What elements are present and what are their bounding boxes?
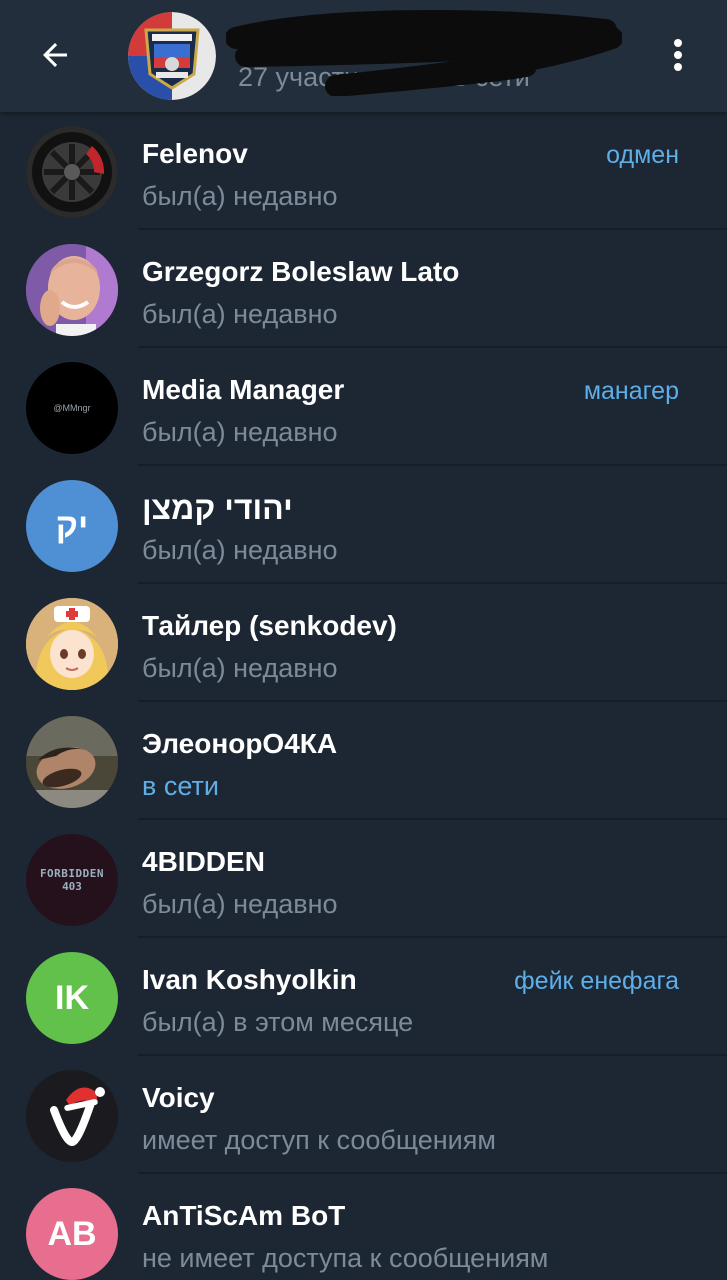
avatar [26,126,118,218]
avatar [26,244,118,336]
avatar [26,716,118,808]
member-name: Felenov [142,138,248,169]
member-name: יהודי קמצן [142,490,293,526]
member-row[interactable]: ЭлеонорО4КА в сети [0,702,727,820]
avatar: FORBIDDEN 403 [26,834,118,926]
avatar-initials: IK [26,952,118,1044]
member-name: Media Manager [142,374,345,405]
member-status: был(а) в этом месяце [142,1007,414,1037]
back-button[interactable] [22,22,88,88]
avatar [26,1070,118,1162]
avatar-logo-text: FORBIDDEN [39,867,105,880]
member-name: Voicy [142,1082,215,1113]
member-status: в сети [142,771,219,801]
group-title [238,20,638,56]
member-status: был(а) недавно [142,181,338,211]
member-status: был(а) недавно [142,299,338,329]
member-row[interactable]: @MMngr Media Manager был(а) недавно мана… [0,348,727,466]
member-row[interactable]: Voicy имеет доступ к сообщениям [0,1056,727,1174]
member-status: был(а) недавно [142,889,338,919]
avatar-initials-text: יק [55,506,89,545]
member-status: был(а) недавно [142,417,338,447]
member-row[interactable]: IK Ivan Koshyolkin был(а) в этом месяце … [0,938,727,1056]
member-role: одмен [606,141,679,169]
more-vertical-icon [674,39,682,71]
member-row[interactable]: FORBIDDEN 403 4BIDDEN был(а) недавно [0,820,727,938]
avatar-logo-text: @MMngr [53,403,91,413]
member-status: был(а) недавно [142,653,338,683]
member-list: Felenov был(а) недавно одмен Grzegorz Bo… [0,112,727,1280]
group-subtitle: 27 участников, 4 в сети [238,62,530,92]
member-row[interactable]: יק יהודי קמצן был(а) недавно [0,466,727,584]
avatar-initials: AB [26,1188,118,1280]
avatar-logo-subtext: 403 [62,880,82,893]
member-name: ЭлеонорО4КА [142,728,338,759]
avatar: @MMngr [26,362,118,454]
member-name: Тайлер (senkodev) [142,610,397,641]
member-row[interactable]: Тайлер (senkodev) был(а) недавно [0,584,727,702]
chat-header: 27 участников, 4 в сети [0,0,727,112]
voicy-logo-icon [26,1070,118,1162]
group-avatar[interactable] [128,12,216,100]
member-role: манагер [583,377,679,405]
member-name: Grzegorz Boleslaw Lato [142,256,460,287]
avatar-initials-text: AB [47,1214,97,1253]
member-status: был(а) недавно [142,535,338,565]
member-name: Ivan Koshyolkin [142,964,357,995]
member-role: фейк енефага [514,967,679,995]
more-menu-button[interactable] [650,22,706,88]
member-row[interactable]: Grzegorz Boleslaw Lato был(а) недавно [0,230,727,348]
member-row[interactable]: AB AnTiScAm BoT не имеет доступа к сообщ… [0,1174,727,1280]
member-status: не имеет доступа к сообщениям [142,1243,549,1273]
member-name: 4BIDDEN [142,846,265,877]
arrow-left-icon [43,43,67,67]
member-row[interactable]: Felenov был(а) недавно одмен [0,112,727,230]
member-status: имеет доступ к сообщениям [142,1125,496,1155]
avatar-initials: יק [26,480,118,572]
group-members-screen: 27 участников, 4 в сети Felenov был(а) н… [0,0,727,1280]
avatar [26,598,118,690]
member-name: AnTiScAm BoT [142,1200,346,1231]
avatar-initials-text: IK [55,978,89,1017]
